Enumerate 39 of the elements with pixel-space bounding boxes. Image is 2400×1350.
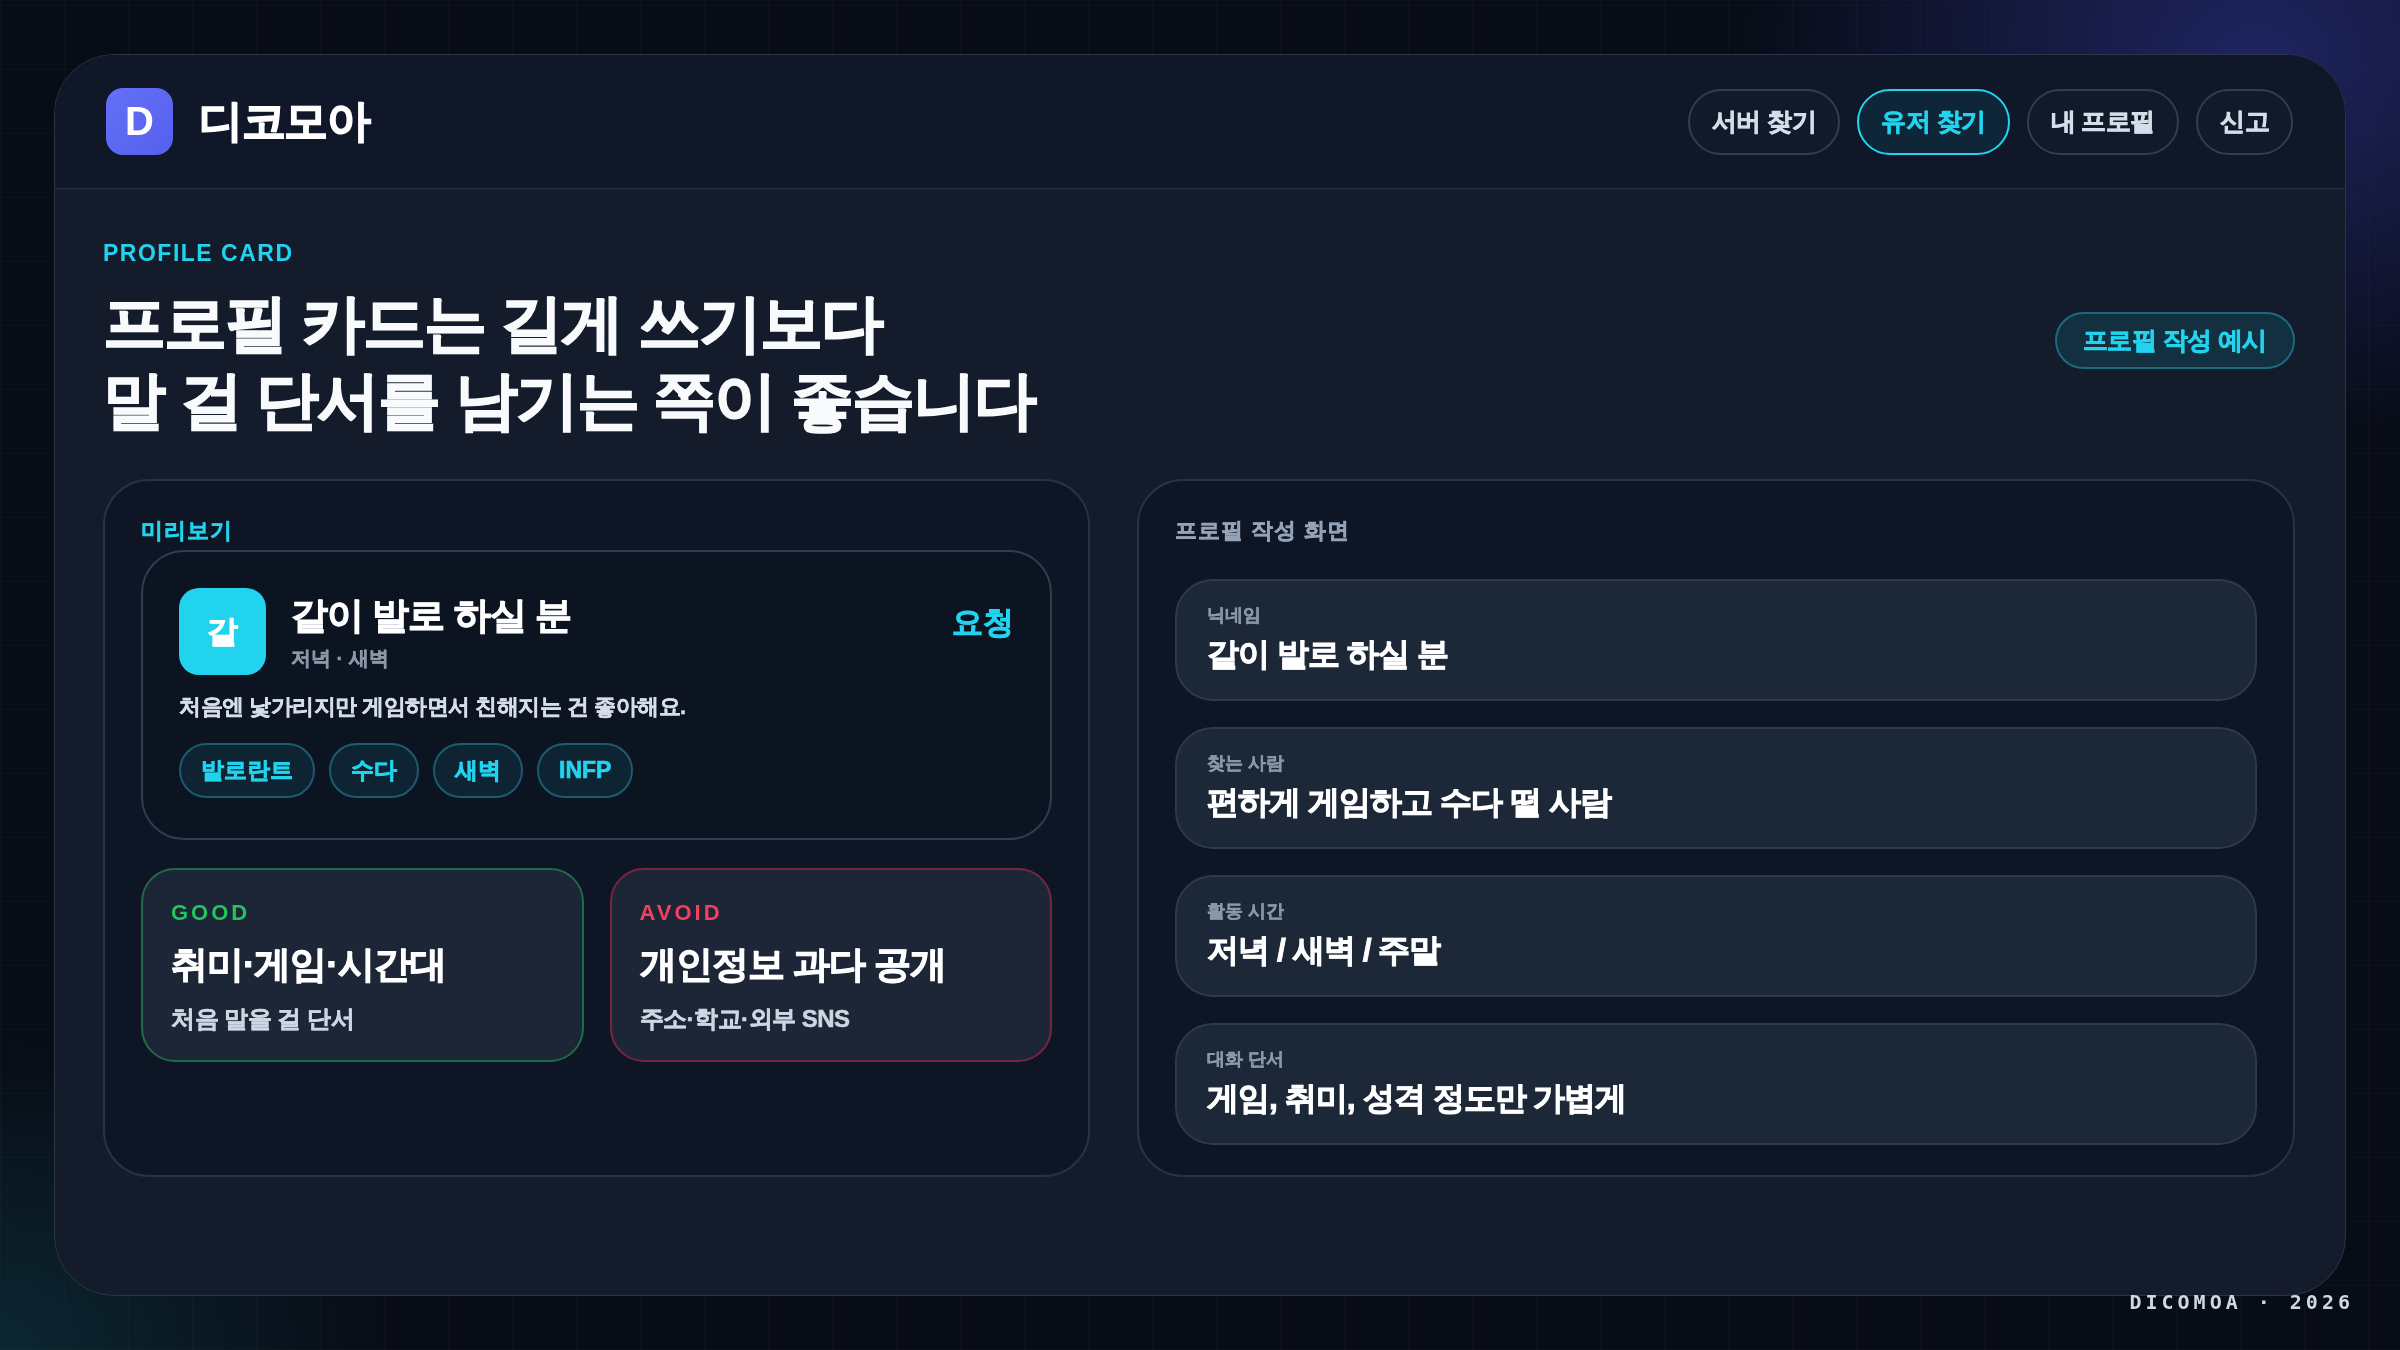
tag: INFP: [537, 743, 634, 798]
tip-note: 주소·학교·외부 SNS: [639, 1004, 850, 1034]
profile-name: 같이 발로 하실 분: [291, 593, 571, 638]
panel-label: 미리보기: [141, 517, 233, 545]
input-field[interactable]: 닉네임 같이 발로 하실 분: [1175, 579, 2257, 701]
field-value: 저녁 / 새벽 / 주말: [1207, 931, 1441, 970]
request-link[interactable]: 요청: [952, 602, 1015, 644]
profile-bio: 처음엔 낯가리지만 게임하면서 친해지는 건 좋아해요.: [179, 693, 687, 721]
input-field[interactable]: 찾는 사람 편하게 게임하고 수다 떨 사람: [1175, 727, 2257, 849]
field-label: 대화 단서: [1207, 1048, 1285, 1071]
field-value: 같이 발로 하실 분: [1207, 635, 1448, 674]
tip-label: GOOD: [171, 900, 251, 926]
input-field[interactable]: 활동 시간 저녁 / 새벽 / 주말: [1175, 875, 2257, 997]
field-label: 닉네임: [1207, 604, 1262, 627]
field-value: 편하게 게임하고 수다 떨 사람: [1207, 783, 1611, 822]
footer-text: DICOMOA · 2026: [2129, 1290, 2354, 1314]
tag: 발로란트: [179, 743, 315, 798]
field-label: 찾는 사람: [1207, 752, 1285, 775]
tip-title: 개인정보 과다 공개: [639, 943, 947, 987]
headline: 프로필 카드는 길게 쓰기보다 말 걸 단서를 남기는 쪽이 좋습니다: [103, 287, 1035, 437]
section-eyebrow: PROFILE CARD: [103, 239, 294, 267]
nav-tab[interactable]: 내 프로필: [2026, 88, 2179, 155]
nav-tab[interactable]: 서버 찾기: [1687, 88, 1841, 155]
avatar: 같: [179, 588, 266, 675]
panel-label: 프로필 작성 화면: [1175, 517, 1351, 545]
tag: 새벽: [433, 743, 523, 798]
tip-title: 취미·게임·시간대: [171, 943, 446, 987]
example-button[interactable]: 프로필 작성 예시: [2054, 312, 2295, 369]
nav-tab[interactable]: 신고: [2196, 88, 2293, 155]
tip-label: AVOID: [639, 900, 723, 926]
tip-note: 처음 말을 걸 단서: [171, 1004, 354, 1034]
field-label: 활동 시간: [1207, 900, 1285, 923]
logo-mark: D: [106, 88, 173, 155]
brand-name: 디코모아: [199, 95, 369, 147]
input-field[interactable]: 대화 단서 게임, 취미, 성격 정도만 가볍게: [1175, 1023, 2257, 1145]
field-value: 게임, 취미, 성격 정도만 가볍게: [1207, 1079, 1627, 1118]
profile-times: 저녁 · 새벽: [291, 645, 389, 671]
nav-tab[interactable]: 유저 찾기: [1857, 88, 2010, 155]
tag: 수다: [329, 743, 419, 798]
